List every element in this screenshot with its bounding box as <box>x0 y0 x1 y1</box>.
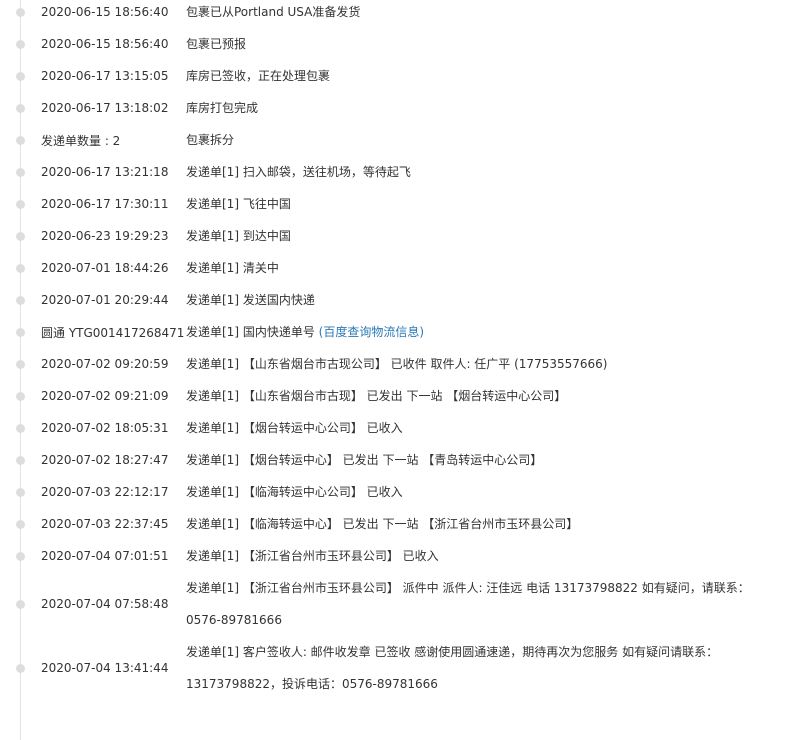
timeline-event: 发递单[1] 【临海转运中心】 已发出 下一站 【浙江省台州市玉环县公司】 <box>186 517 579 531</box>
tracking-timeline: 2020-06-15 18:56:40 包裹已从Portland USA准备发货… <box>0 0 806 740</box>
tracking-number: 圆通 YTG001417268471 <box>41 325 185 340</box>
timeline-event: 库房打包完成 <box>186 101 259 115</box>
timeline-event: 发递单[1] 【临海转运中心公司】 已收入 <box>186 485 403 499</box>
timeline-dot-icon <box>16 456 25 465</box>
timeline-row: 2020-06-15 18:56:40 包裹已预报 <box>0 28 806 60</box>
timeline-row: 2020-07-02 18:27:47 发递单[1] 【烟台转运中心】 已发出 … <box>0 444 806 476</box>
timeline-row: 2020-07-04 07:58:48 发递单[1] 【浙江省台州市玉环县公司】… <box>0 572 806 636</box>
timeline-row: 2020-07-02 09:20:59 发递单[1] 【山东省烟台市古现公司】 … <box>0 348 806 380</box>
timeline-time: 2020-07-02 09:21:09 <box>41 389 169 403</box>
timeline-row: 2020-06-17 13:18:02 库房打包完成 <box>0 92 806 124</box>
timeline-event: 发递单[1] 发送国内快递 <box>186 293 315 307</box>
timeline-time: 2020-07-03 22:12:17 <box>41 485 169 499</box>
timeline-event: 发递单[1] 到达中国 <box>186 229 291 243</box>
timeline-dot-icon <box>16 136 25 145</box>
timeline-row: 2020-07-04 13:41:44 发递单[1] 客户签收人: 邮件收发章 … <box>0 636 806 700</box>
timeline-time: 2020-07-03 22:37:45 <box>41 517 169 531</box>
timeline-time: 2020-06-17 13:21:18 <box>41 165 169 179</box>
timeline-row: 圆通 YTG001417268471 发递单[1] 国内快递单号 (百度查询物流… <box>0 316 806 348</box>
timeline-row: 2020-07-03 22:37:45 发递单[1] 【临海转运中心】 已发出 … <box>0 508 806 540</box>
timeline-time: 2020-06-17 17:30:11 <box>41 197 169 211</box>
timeline-event: 发递单[1] 【山东省烟台市古现公司】 已收件 取件人: 任广平 (177535… <box>186 357 608 371</box>
timeline-dot-icon <box>16 600 25 609</box>
timeline-time: 2020-06-17 13:15:05 <box>41 69 169 83</box>
timeline-dot-icon <box>16 392 25 401</box>
timeline-time: 2020-06-17 13:18:02 <box>41 101 169 115</box>
timeline-event: 发递单[1] 【山东省烟台市古现】 已发出 下一站 【烟台转运中心公司】 <box>186 389 567 403</box>
timeline-row: 2020-06-17 13:15:05 库房已签收，正在处理包裹 <box>0 60 806 92</box>
timeline-row: 发递单数量 : 2 包裹拆分 <box>0 124 806 156</box>
parcel-count: 发递单数量 : 2 <box>41 133 121 148</box>
timeline-event: 发递单[1] 国内快递单号 (百度查询物流信息) <box>186 316 770 348</box>
timeline-dot-icon <box>16 520 25 529</box>
timeline-time: 2020-07-02 09:20:59 <box>41 357 169 371</box>
timeline-dot-icon <box>16 360 25 369</box>
timeline-dot-icon <box>16 8 25 17</box>
timeline-event-text: 发递单[1] 国内快递单号 <box>186 325 319 339</box>
timeline-row: 2020-07-01 20:29:44 发递单[1] 发送国内快递 <box>0 284 806 316</box>
timeline-dot-icon <box>16 40 25 49</box>
timeline-dot-icon <box>16 104 25 113</box>
timeline-time: 2020-07-04 13:41:44 <box>41 661 169 675</box>
timeline-row: 2020-07-02 09:21:09 发递单[1] 【山东省烟台市古现】 已发… <box>0 380 806 412</box>
timeline-event: 发递单[1] 【浙江省台州市玉环县公司】 已收入 <box>186 549 439 563</box>
timeline-row: 2020-06-15 18:56:40 包裹已从Portland USA准备发货 <box>0 0 806 28</box>
timeline-event: 包裹已从Portland USA准备发货 <box>186 5 361 19</box>
timeline-dot-icon <box>16 200 25 209</box>
timeline-event: 发递单[1] 扫入邮袋，送往机场，等待起飞 <box>186 165 411 179</box>
timeline-row: 2020-06-17 13:21:18 发递单[1] 扫入邮袋，送往机场，等待起… <box>0 156 806 188</box>
timeline-event: 发递单[1] 【浙江省台州市玉环县公司】 派件中 派件人: 汪佳远 电话 131… <box>186 581 750 627</box>
timeline-time: 2020-07-01 18:44:26 <box>41 261 169 275</box>
timeline-dot-icon <box>16 168 25 177</box>
timeline-row: 2020-07-01 18:44:26 发递单[1] 清关中 <box>0 252 806 284</box>
timeline-dot-icon <box>16 328 25 337</box>
timeline-time: 2020-07-01 20:29:44 <box>41 293 169 307</box>
timeline-dot-icon <box>16 72 25 81</box>
timeline-dot-icon <box>16 664 25 673</box>
timeline-event: 包裹拆分 <box>186 133 235 147</box>
timeline-row: 2020-06-23 19:29:23 发递单[1] 到达中国 <box>0 220 806 252</box>
timeline-row: 2020-06-17 17:30:11 发递单[1] 飞往中国 <box>0 188 806 220</box>
timeline-event: 包裹已预报 <box>186 37 247 51</box>
timeline-dot-icon <box>16 424 25 433</box>
timeline-time: 2020-06-15 18:56:40 <box>41 5 169 19</box>
timeline-time: 2020-06-15 18:56:40 <box>41 37 169 51</box>
timeline-dot-icon <box>16 488 25 497</box>
timeline-dot-icon <box>16 264 25 273</box>
timeline-time: 2020-07-04 07:01:51 <box>41 549 169 563</box>
timeline-event: 发递单[1] 飞往中国 <box>186 197 291 211</box>
timeline-row: 2020-07-03 22:12:17 发递单[1] 【临海转运中心公司】 已收… <box>0 476 806 508</box>
baidu-tracking-link[interactable]: (百度查询物流信息) <box>319 325 424 339</box>
timeline-event: 发递单[1] 【烟台转运中心公司】 已收入 <box>186 421 403 435</box>
timeline-dot-icon <box>16 296 25 305</box>
timeline-event: 库房已签收，正在处理包裹 <box>186 69 331 83</box>
timeline-row: 2020-07-04 07:01:51 发递单[1] 【浙江省台州市玉环县公司】… <box>0 540 806 572</box>
timeline-event: 发递单[1] 清关中 <box>186 261 279 275</box>
timeline-time: 2020-06-23 19:29:23 <box>41 229 169 243</box>
timeline-event: 发递单[1] 客户签收人: 邮件收发章 已签收 感谢使用圆通速递，期待再次为您服… <box>186 645 719 691</box>
timeline-time: 2020-07-02 18:05:31 <box>41 421 169 435</box>
timeline-time: 2020-07-02 18:27:47 <box>41 453 169 467</box>
timeline-dot-icon <box>16 552 25 561</box>
timeline-row: 2020-07-02 18:05:31 发递单[1] 【烟台转运中心公司】 已收… <box>0 412 806 444</box>
timeline-event: 发递单[1] 【烟台转运中心】 已发出 下一站 【青岛转运中心公司】 <box>186 453 543 467</box>
timeline-dot-icon <box>16 232 25 241</box>
timeline-time: 2020-07-04 07:58:48 <box>41 597 169 611</box>
